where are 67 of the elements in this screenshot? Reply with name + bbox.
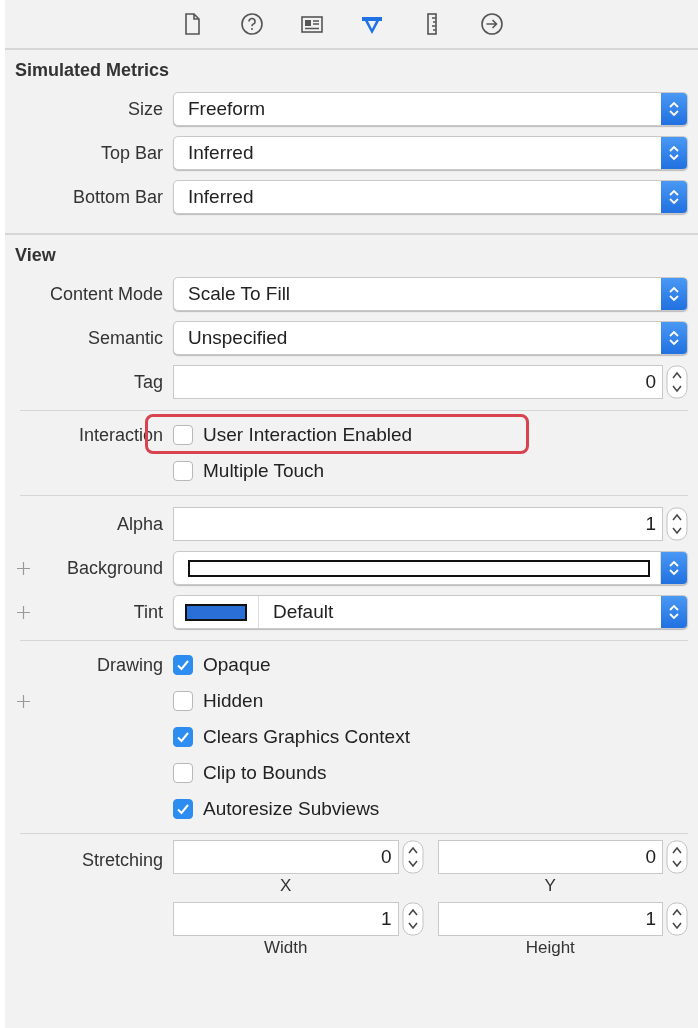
stepper[interactable]: [666, 902, 688, 936]
field-label: Top Bar: [100, 142, 163, 164]
field-label: Background: [66, 557, 163, 579]
checkbox[interactable]: [173, 691, 193, 711]
section-title: Simulated Metrics: [14, 59, 171, 82]
checkbox[interactable]: [173, 727, 193, 747]
help-icon: [239, 12, 264, 36]
number-field[interactable]: 0: [173, 365, 663, 399]
plus-icon[interactable]: [17, 694, 30, 708]
popup-button[interactable]: Inferred: [173, 180, 688, 214]
number-field[interactable]: 1: [173, 902, 399, 936]
field-label: Tag: [133, 371, 163, 393]
field-label: Bottom Bar: [72, 186, 163, 208]
checkbox[interactable]: [173, 655, 193, 675]
field-caption: Width: [263, 938, 309, 958]
inspector-tab[interactable]: [478, 11, 505, 37]
stepper[interactable]: [666, 840, 688, 874]
number-field[interactable]: 0: [437, 840, 663, 874]
stepper[interactable]: [666, 365, 688, 399]
popup-button[interactable]: Inferred: [173, 136, 688, 170]
number-field[interactable]: 0: [173, 840, 399, 874]
checkbox[interactable]: [173, 461, 193, 481]
popup-button[interactable]: Unspecified: [173, 321, 688, 355]
chevron-icon: [668, 144, 680, 162]
field-label: Content Mode: [49, 283, 163, 305]
field-label: Tint: [133, 601, 163, 623]
checkmark-icon: [176, 658, 190, 672]
stepper[interactable]: [666, 507, 688, 541]
chevron-icon: [668, 100, 680, 118]
field-label: Size: [128, 98, 163, 120]
popup-button[interactable]: Scale To Fill: [173, 277, 688, 311]
field-label: Alpha: [116, 513, 163, 535]
field-caption: Height: [524, 938, 576, 958]
field-label: Drawing: [96, 654, 163, 676]
chevron-icon: [668, 285, 680, 303]
number-field[interactable]: 1: [437, 902, 663, 936]
stepper[interactable]: [401, 840, 424, 874]
field-caption: Y: [543, 876, 557, 896]
field-label: Stretching: [81, 849, 163, 871]
color-popup[interactable]: Default: [173, 595, 688, 629]
checkmark-icon: [176, 730, 190, 744]
inspector-tab[interactable]: [238, 11, 265, 37]
chevron-icon: [668, 559, 680, 577]
checkbox[interactable]: [173, 799, 193, 819]
plus-icon[interactable]: [17, 561, 30, 575]
arrow-circle-icon: [479, 12, 504, 36]
checkmark-icon: [176, 802, 190, 816]
section-title: View: [14, 244, 57, 267]
field-caption: X: [279, 876, 293, 896]
checkbox[interactable]: [173, 763, 193, 783]
chevron-icon: [668, 603, 680, 621]
checkbox-label: Clip to Bounds: [203, 762, 327, 784]
chevron-icon: [668, 329, 680, 347]
popup-button[interactable]: Freeform: [173, 92, 688, 126]
checkbox-label: Autoresize Subviews: [203, 798, 380, 820]
stepper[interactable]: [401, 902, 424, 936]
checkbox-label: Multiple Touch: [203, 460, 325, 482]
checkbox-label: Opaque: [203, 654, 271, 676]
checkbox[interactable]: [173, 425, 193, 445]
field-label: Semantic: [87, 327, 163, 349]
plus-icon[interactable]: [17, 605, 30, 619]
chevron-icon: [668, 188, 680, 206]
checkbox-label: User Interaction Enabled: [203, 424, 413, 446]
number-field[interactable]: 1: [173, 507, 663, 541]
checkbox-label: Clears Graphics Context: [203, 726, 410, 748]
checkbox-label: Hidden: [203, 690, 264, 712]
color-popup[interactable]: [173, 551, 688, 585]
